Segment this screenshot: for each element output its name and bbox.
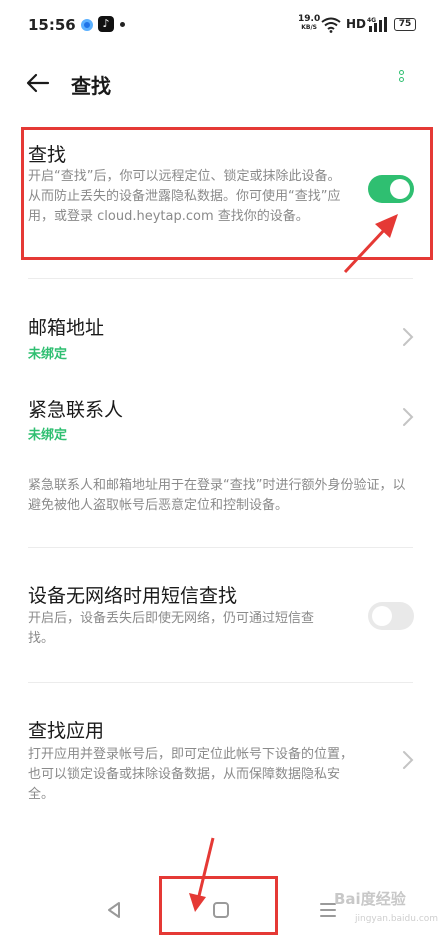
blue-app-icon: [81, 19, 93, 31]
email-status: 未绑定: [28, 347, 68, 362]
network-type: HD: [346, 17, 367, 31]
annotation-box-find: [21, 127, 433, 260]
emergency-contact-status: 未绑定: [28, 428, 68, 443]
email-chevron-right-icon[interactable]: [402, 327, 414, 347]
net-speed-unit: KB/S: [301, 24, 317, 31]
net-speed: 19.0 KB/S: [298, 14, 321, 32]
tiktok-icon: ♪: [98, 16, 114, 32]
more-options-icon[interactable]: [396, 68, 406, 96]
find-app-chevron-right-icon[interactable]: [402, 750, 414, 770]
emergency-contact-chevron-right-icon[interactable]: [402, 407, 414, 427]
sms-find-description: 开启后，设备丢失后即使无网络，仍可通过短信查找。: [28, 611, 315, 646]
watermark-url: jingyan.baidu.com: [355, 914, 439, 924]
toggle-knob: [372, 606, 392, 626]
svg-text:4G: 4G: [367, 17, 376, 24]
status-bar: 15:56 ♪ 19.0 KB/S HD 4G 75: [0, 0, 447, 50]
signal-icon: 4G: [367, 17, 387, 32]
wifi-icon: [321, 17, 341, 33]
nav-back-icon[interactable]: [106, 901, 122, 919]
battery-icon: 75: [394, 18, 416, 31]
header: 查找: [0, 60, 447, 106]
divider: [28, 547, 413, 548]
verification-note: 紧急联系人和邮箱地址用于在登录“查找”时进行额外身份验证，以避免被他人盗取帐号后…: [28, 478, 406, 513]
find-app-description: 打开应用并登录帐号后，即可定位此帐号下设备的位置，也可以锁定设备或抹除设备数据，…: [28, 747, 354, 802]
divider: [28, 278, 413, 279]
notification-dot: [120, 22, 125, 27]
emergency-contact-title: 紧急联系人: [28, 399, 124, 421]
back-arrow-icon[interactable]: [24, 70, 52, 96]
find-app-title: 查找应用: [28, 720, 105, 742]
annotation-box-home: [159, 876, 278, 935]
status-time: 15:56: [28, 16, 76, 34]
page-title: 查找: [71, 74, 111, 98]
sms-find-toggle[interactable]: [368, 602, 414, 630]
email-title: 邮箱地址: [28, 317, 105, 339]
divider: [28, 682, 413, 683]
watermark-logo: Bai度经验: [334, 890, 406, 908]
net-speed-value: 19.0: [298, 14, 321, 24]
sms-find-title: 设备无网络时用短信查找: [28, 585, 238, 607]
